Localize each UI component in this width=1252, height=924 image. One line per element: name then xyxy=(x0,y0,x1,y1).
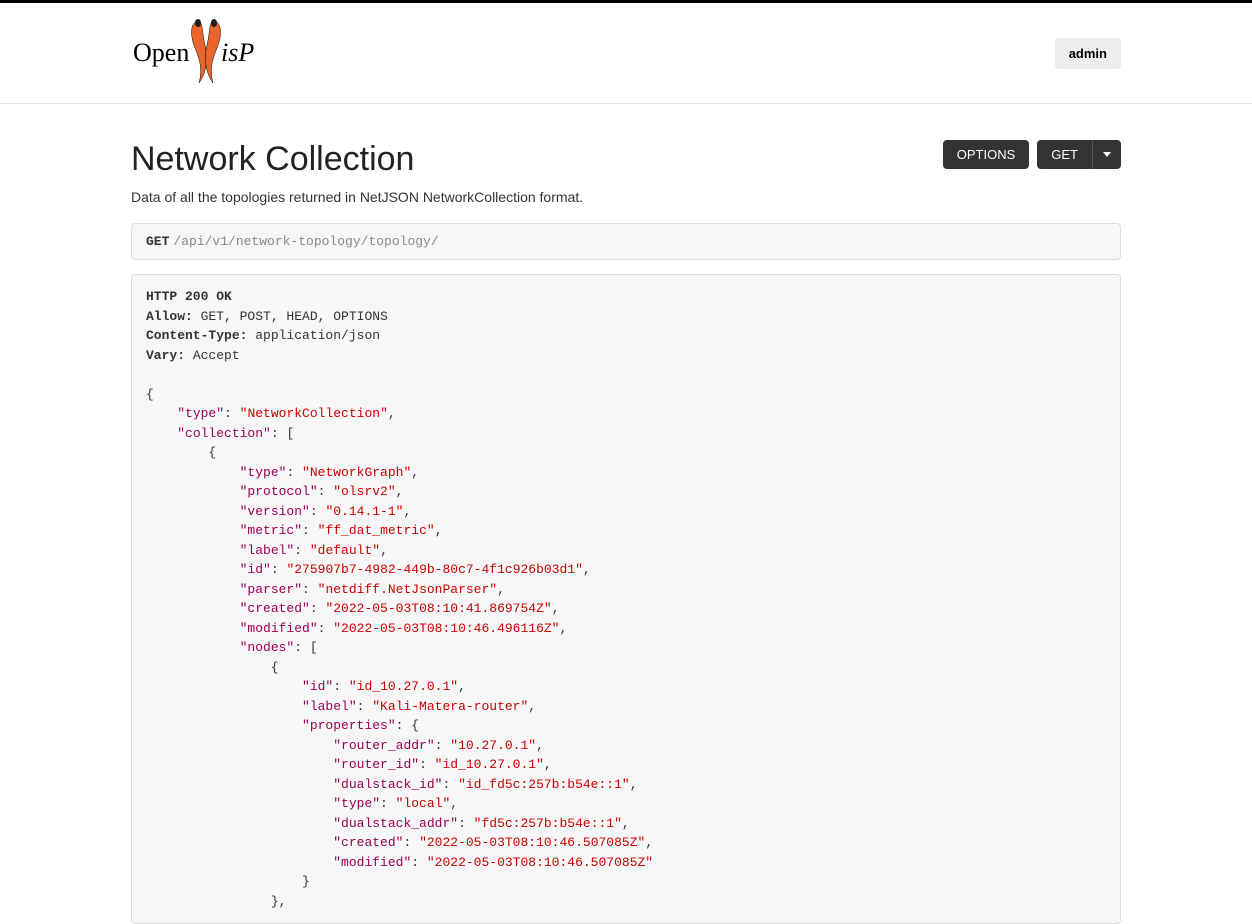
page-description: Data of all the topologies returned in N… xyxy=(131,189,1121,205)
admin-button[interactable]: admin xyxy=(1055,38,1121,69)
options-button[interactable]: OPTIONS xyxy=(943,140,1030,169)
action-buttons: OPTIONS GET xyxy=(943,140,1121,169)
svg-text:Open: Open xyxy=(133,38,189,67)
request-method: GET xyxy=(146,234,169,249)
header-vary-key: Vary: xyxy=(146,348,185,363)
caret-down-icon xyxy=(1103,152,1111,157)
svg-text:isP: isP xyxy=(221,38,254,67)
logo[interactable]: Open isP xyxy=(131,13,281,93)
header-ctype-key: Content-Type: xyxy=(146,328,247,343)
get-dropdown-toggle[interactable] xyxy=(1092,140,1121,169)
header-vary-val: Accept xyxy=(185,348,240,363)
response-json-body: { "type": "NetworkCollection", "collecti… xyxy=(146,365,1106,911)
header-allow-val: GET, POST, HEAD, OPTIONS xyxy=(193,309,388,324)
main-content: Network Collection OPTIONS GET Data of a… xyxy=(116,104,1136,924)
header-allow-key: Allow: xyxy=(146,309,193,324)
page-title: Network Collection xyxy=(131,140,414,179)
request-box: GET/api/v1/network-topology/topology/ xyxy=(131,223,1121,260)
header-ctype-val: application/json xyxy=(247,328,380,343)
header: Open isP admin xyxy=(0,3,1252,104)
get-button[interactable]: GET xyxy=(1037,140,1092,169)
status-line: HTTP 200 OK xyxy=(146,289,232,304)
request-path: /api/v1/network-topology/topology/ xyxy=(173,234,438,249)
response-box: HTTP 200 OK Allow: GET, POST, HEAD, OPTI… xyxy=(131,274,1121,924)
